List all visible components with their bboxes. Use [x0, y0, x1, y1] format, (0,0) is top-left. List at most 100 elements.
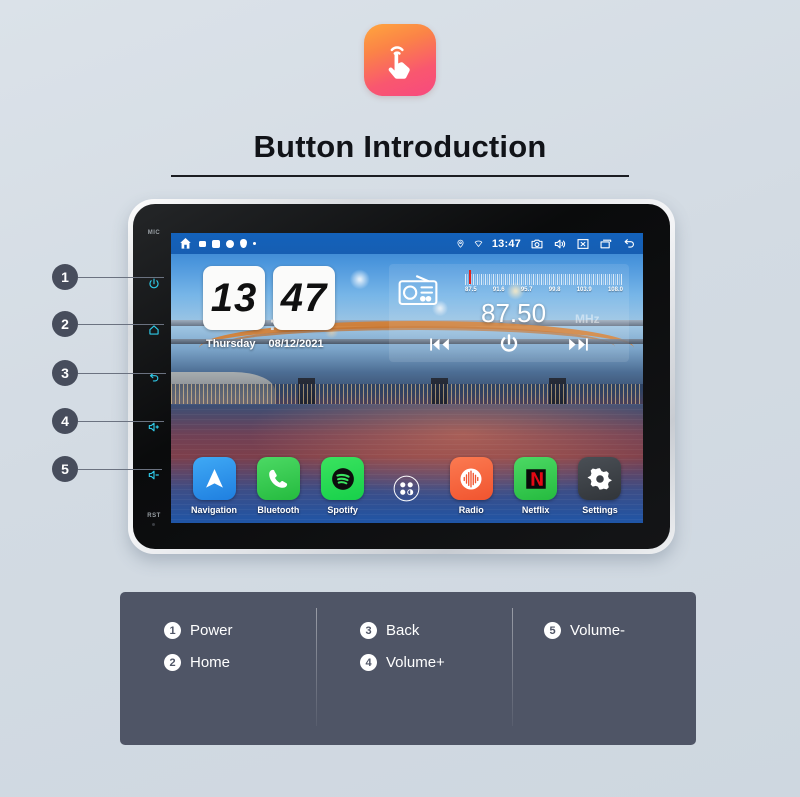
- radio-dial-labels: 87.5 91.6 95.7 99.8 103.9 108.0: [465, 287, 623, 293]
- legend-column-1: 1 Power 2 Home: [120, 622, 316, 745]
- legend-label: Volume-: [570, 622, 626, 639]
- legend-label: Back: [386, 622, 420, 639]
- city-skyline: [171, 383, 643, 405]
- legend-panel: 1 Power 2 Home 3 Back 4 Volume+ 5 Volume…: [120, 592, 696, 745]
- callout-badge: 1: [52, 264, 78, 290]
- status-bar-indicators: [199, 239, 256, 248]
- home-icon[interactable]: [178, 236, 193, 251]
- legend-label: Volume+: [386, 654, 445, 671]
- status-bar-left: [178, 236, 256, 251]
- dot-icon: [253, 242, 256, 245]
- app-label: Navigation: [190, 505, 237, 515]
- dial-label: 91.6: [492, 287, 505, 293]
- recent-apps-icon[interactable]: [599, 237, 613, 251]
- legend-column-2: 3 Back 4 Volume+: [316, 608, 512, 745]
- close-box-icon[interactable]: [576, 237, 590, 251]
- dial-label: 95.7: [520, 287, 533, 293]
- image-icon: [199, 240, 206, 247]
- page-title: Button Introduction: [253, 129, 547, 164]
- legend-badge: 3: [360, 622, 377, 639]
- back-arrow-icon[interactable]: [622, 237, 636, 251]
- spotify-icon: [321, 457, 365, 500]
- callout-leader-line: [78, 468, 162, 470]
- app-navigation[interactable]: Navigation: [186, 457, 242, 515]
- reset-pinhole[interactable]: [152, 523, 155, 526]
- callout-leader-line: [78, 372, 166, 374]
- clock-date: 08/12/2021: [268, 338, 324, 350]
- legend-item: 4 Volume+: [360, 654, 512, 671]
- legend-badge: 5: [544, 622, 561, 639]
- legend-label: Home: [190, 654, 231, 671]
- phone-icon: [256, 457, 300, 500]
- callout-1: 1: [52, 264, 164, 290]
- legend-column-3: 5 Volume-: [512, 608, 696, 745]
- callout-leader-line: [78, 276, 164, 278]
- radio-wave-icon: [449, 457, 493, 500]
- clock-weekday: Thursday: [206, 338, 256, 350]
- radio-frequency: 87.50: [481, 298, 547, 328]
- status-bar-right: 13:47: [456, 237, 636, 251]
- app-spotify[interactable]: Spotify: [315, 457, 371, 515]
- app-label: Netflix: [521, 505, 550, 515]
- callout-leader-line: [78, 420, 164, 422]
- callout-badge: 5: [52, 456, 78, 482]
- navigation-icon: [192, 457, 236, 500]
- legend-item: 5 Volume-: [544, 622, 696, 639]
- app-settings[interactable]: Settings: [572, 457, 628, 515]
- title-block: Button Introduction: [0, 129, 800, 178]
- location-icon: [456, 238, 465, 249]
- app-netflix[interactable]: Netflix: [508, 457, 564, 515]
- radio-dial-ticks: [465, 274, 623, 285]
- callout-badge: 3: [52, 360, 78, 386]
- callout-2: 2: [52, 311, 164, 337]
- legend-item: 2 Home: [164, 654, 316, 671]
- callout-3: 3: [52, 360, 166, 386]
- app-label: Bluetooth: [257, 505, 300, 515]
- rst-label: RST: [147, 513, 161, 519]
- legend-badge: 1: [164, 622, 181, 639]
- app-radio[interactable]: Radio: [443, 457, 499, 515]
- app-bluetooth[interactable]: Bluetooth: [250, 457, 306, 515]
- device-bezel: MIC RST 13:47 13 47: Thursday 08/12/202…: [133, 204, 670, 549]
- callout-5: 5: [52, 456, 162, 482]
- logo-container: [0, 24, 800, 96]
- radio-widget[interactable]: 87.5 91.6 95.7 99.8 103.9 108.0 87.50 MH…: [389, 264, 629, 362]
- clock-separator: :: [269, 313, 276, 335]
- app-drawer[interactable]: [379, 467, 435, 515]
- callout-4: 4: [52, 408, 164, 434]
- clock-hours: 13: [203, 266, 265, 330]
- volume-icon[interactable]: [553, 237, 567, 251]
- square-icon: [212, 239, 220, 248]
- title-divider: [171, 175, 629, 178]
- app-label: Settings: [582, 505, 618, 515]
- radio-controls: [389, 332, 629, 356]
- clock-widget[interactable]: 13 47 : Thursday 08/12/2021: [203, 266, 339, 350]
- device-screen[interactable]: 13:47 13 47: Thursday 08/12/2021 87.5 9…: [171, 233, 643, 523]
- dial-label: 87.5: [465, 287, 477, 293]
- circle-icon: [226, 239, 234, 248]
- status-bar-clock: 13:47: [491, 237, 521, 250]
- wifi-icon: [474, 238, 483, 249]
- app-logo: [364, 24, 436, 96]
- next-icon[interactable]: [567, 336, 590, 353]
- dial-label: 108.0: [607, 287, 623, 293]
- legend-label: Power: [190, 622, 233, 639]
- radio-dial-needle: [469, 270, 471, 284]
- app-drawer-icon: [385, 467, 428, 510]
- camera-icon[interactable]: [530, 237, 544, 251]
- prev-icon[interactable]: [428, 336, 451, 353]
- car-head-unit: MIC RST 13:47 13 47: Thursday 08/12/202…: [128, 199, 675, 554]
- status-bar: 13:47: [171, 233, 643, 254]
- app-dock: Navigation Bluetooth Spotify Radio Netfl…: [179, 457, 635, 515]
- netflix-icon: [514, 457, 558, 500]
- page-root: Button Introduction MIC RST 13:47 13 47 …: [0, 0, 800, 797]
- clock-minutes: 47: [273, 266, 335, 330]
- radio-frequency-unit: MHz: [575, 312, 600, 326]
- dial-label: 103.9: [576, 287, 592, 293]
- power-icon[interactable]: [497, 332, 521, 356]
- callout-badge: 4: [52, 408, 78, 434]
- callout-leader-line: [78, 323, 164, 325]
- legend-item: 1 Power: [164, 622, 316, 639]
- callout-badge: 2: [52, 311, 78, 337]
- legend-badge: 2: [164, 654, 181, 671]
